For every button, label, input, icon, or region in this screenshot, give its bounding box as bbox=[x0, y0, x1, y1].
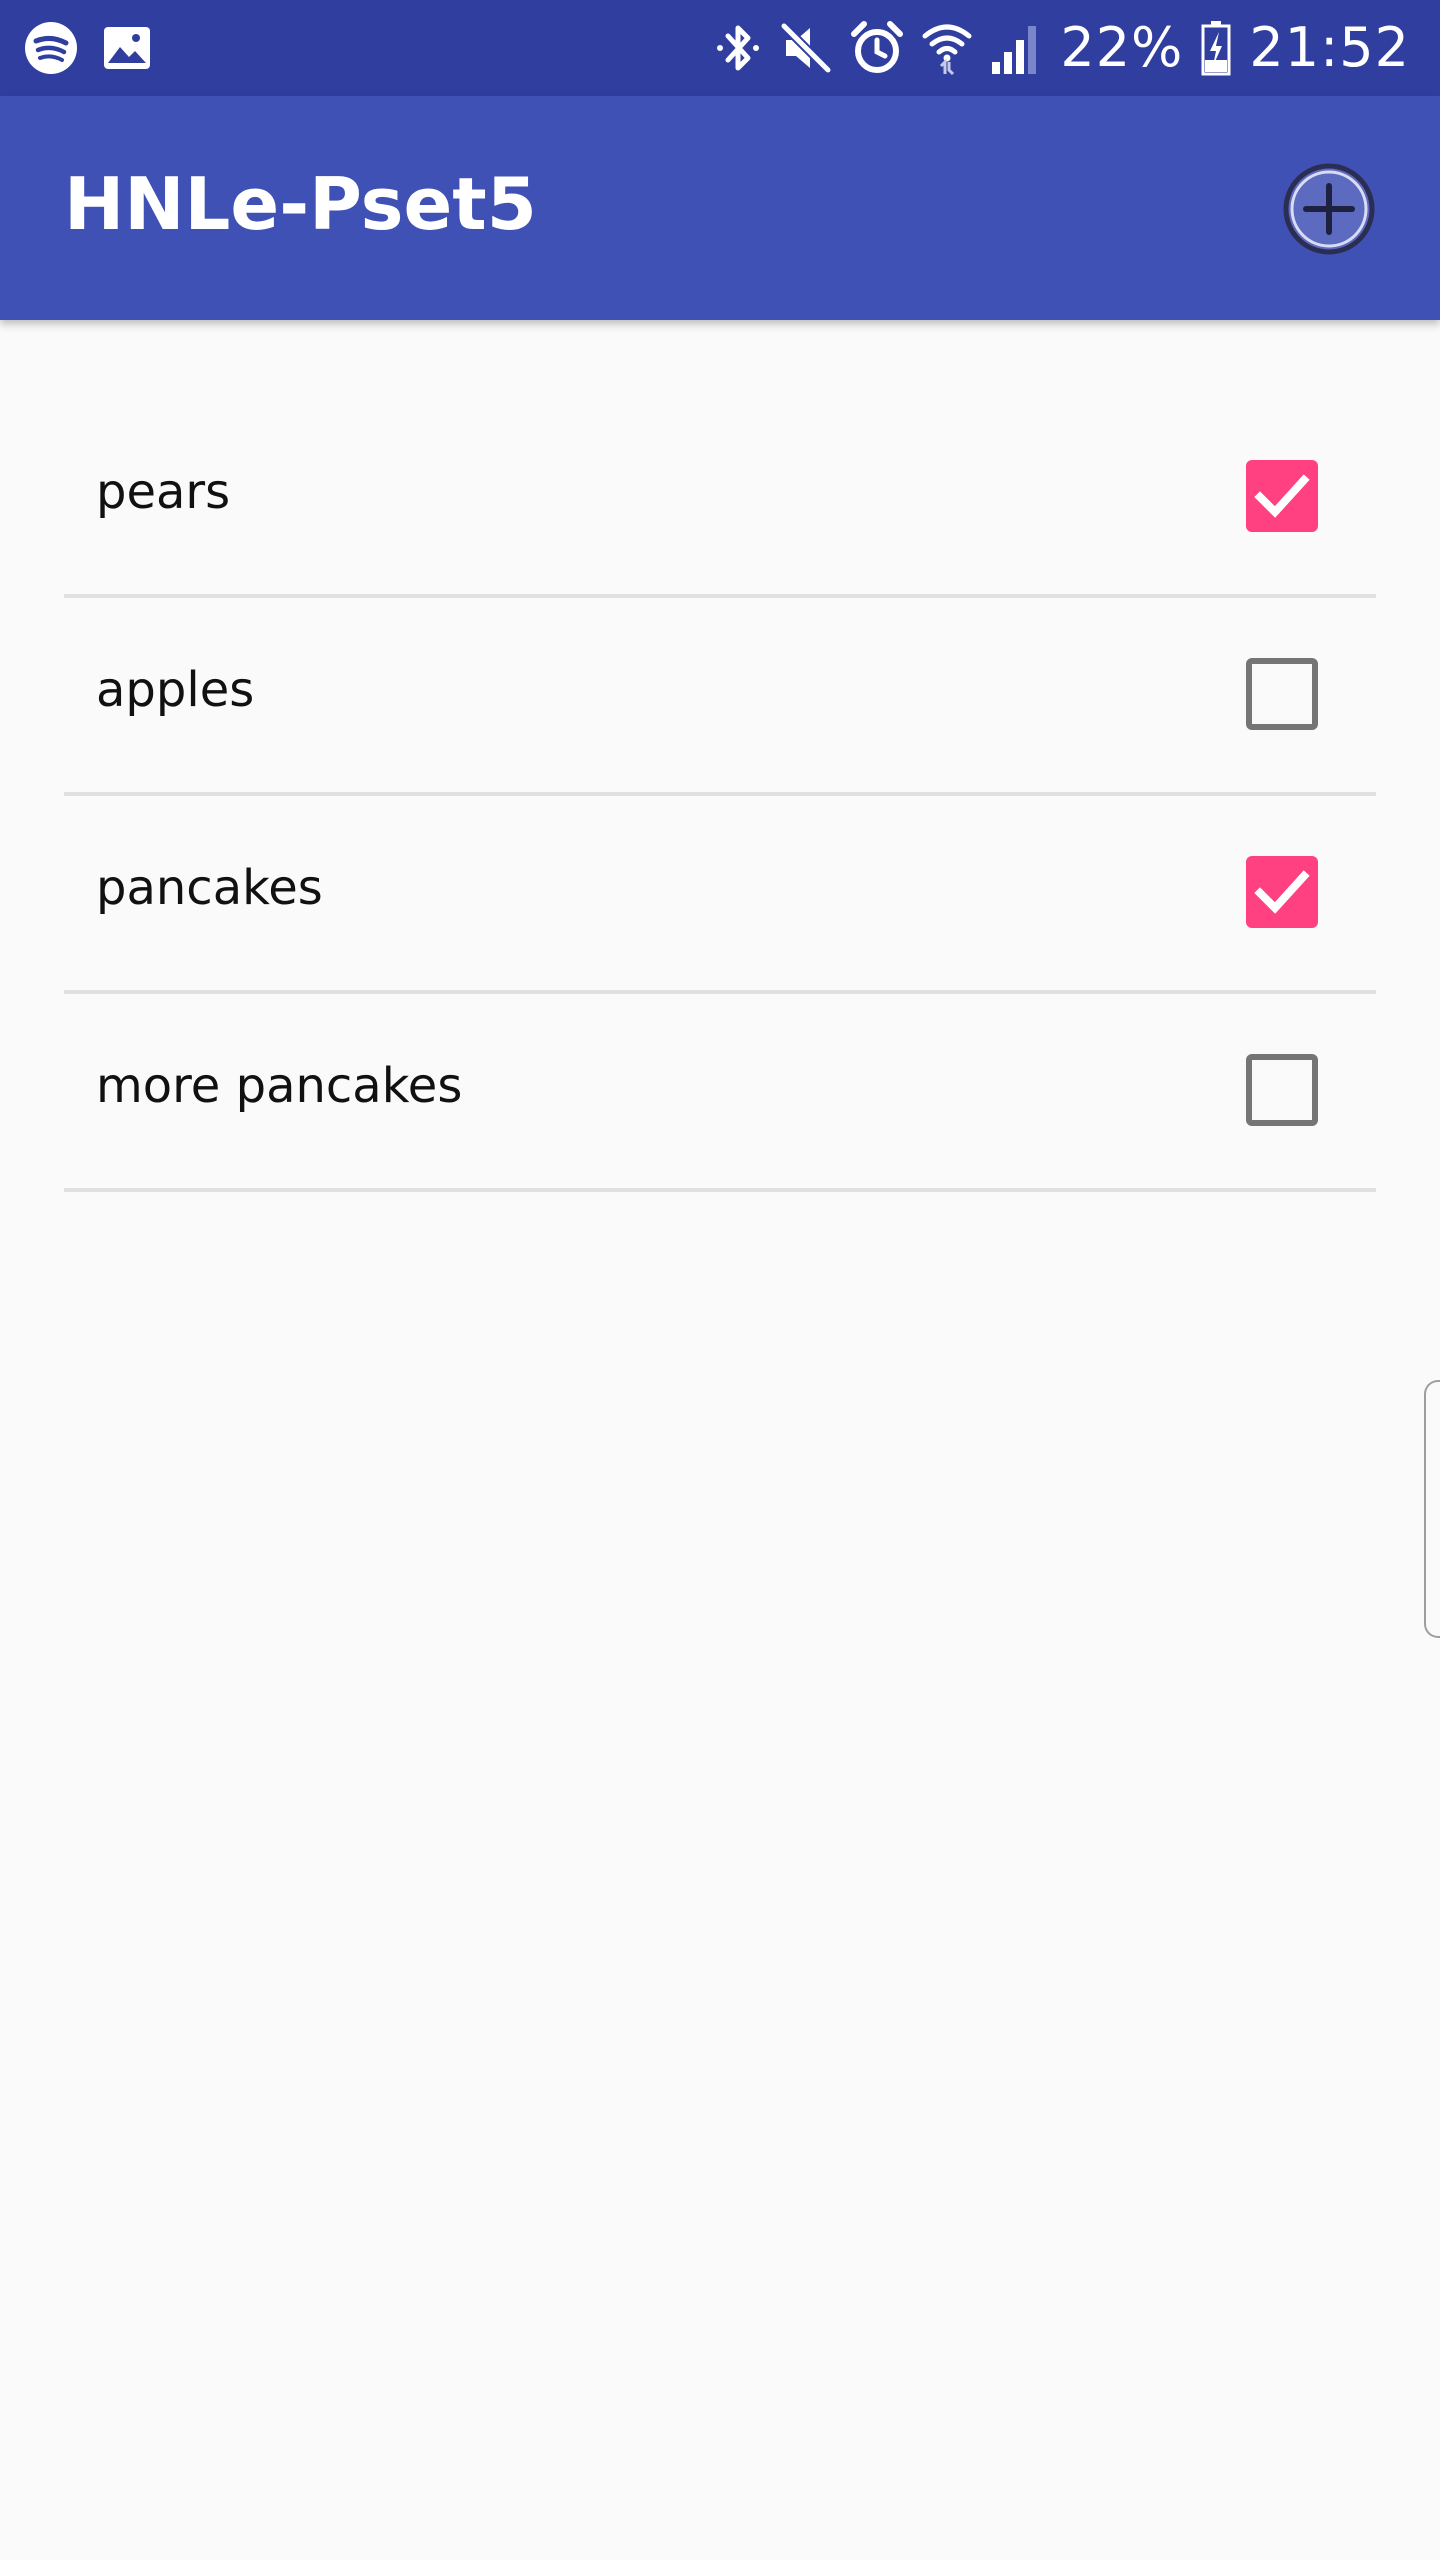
checkmark-icon bbox=[1254, 870, 1310, 914]
todo-list: pears apples pancakes more pancakes bbox=[64, 400, 1376, 1192]
todo-item-checkbox[interactable] bbox=[1246, 1054, 1318, 1126]
todo-item-checkbox[interactable] bbox=[1246, 856, 1318, 928]
add-item-button[interactable] bbox=[1282, 162, 1376, 256]
todo-item-label: pancakes bbox=[96, 860, 323, 916]
app-title: HNLe-Pset5 bbox=[64, 162, 537, 246]
bluetooth-icon bbox=[714, 20, 762, 76]
app-bar: HNLe-Pset5 bbox=[0, 96, 1440, 320]
todo-item-label: more pancakes bbox=[96, 1058, 463, 1114]
signal-icon bbox=[990, 20, 1042, 76]
checkmark-icon bbox=[1254, 474, 1310, 518]
todo-item[interactable]: pancakes bbox=[64, 796, 1376, 994]
status-left-icons bbox=[24, 20, 152, 76]
battery-icon bbox=[1201, 20, 1231, 76]
image-icon bbox=[102, 25, 152, 71]
clock-time: 21:52 bbox=[1249, 16, 1410, 79]
status-right-icons: 22% 21:52 bbox=[714, 14, 1410, 82]
status-bar: 22% 21:52 bbox=[0, 0, 1440, 96]
todo-item-label: apples bbox=[96, 662, 255, 718]
todo-item[interactable]: apples bbox=[64, 598, 1376, 796]
todo-item[interactable]: pears bbox=[64, 400, 1376, 598]
wifi-icon bbox=[922, 20, 972, 76]
alarm-icon bbox=[850, 20, 904, 76]
edge-panel-handle[interactable] bbox=[1424, 1380, 1440, 1638]
battery-percent: 22% bbox=[1060, 16, 1184, 79]
mute-icon bbox=[780, 20, 832, 76]
app-screen: 22% 21:52 HNLe-Pset5 pears apples pancak… bbox=[0, 0, 1440, 2560]
add-circle-icon bbox=[1283, 163, 1375, 255]
spotify-icon bbox=[24, 21, 78, 75]
todo-item-checkbox[interactable] bbox=[1246, 658, 1318, 730]
todo-item[interactable]: more pancakes bbox=[64, 994, 1376, 1192]
todo-item-checkbox[interactable] bbox=[1246, 460, 1318, 532]
todo-item-label: pears bbox=[96, 464, 231, 520]
